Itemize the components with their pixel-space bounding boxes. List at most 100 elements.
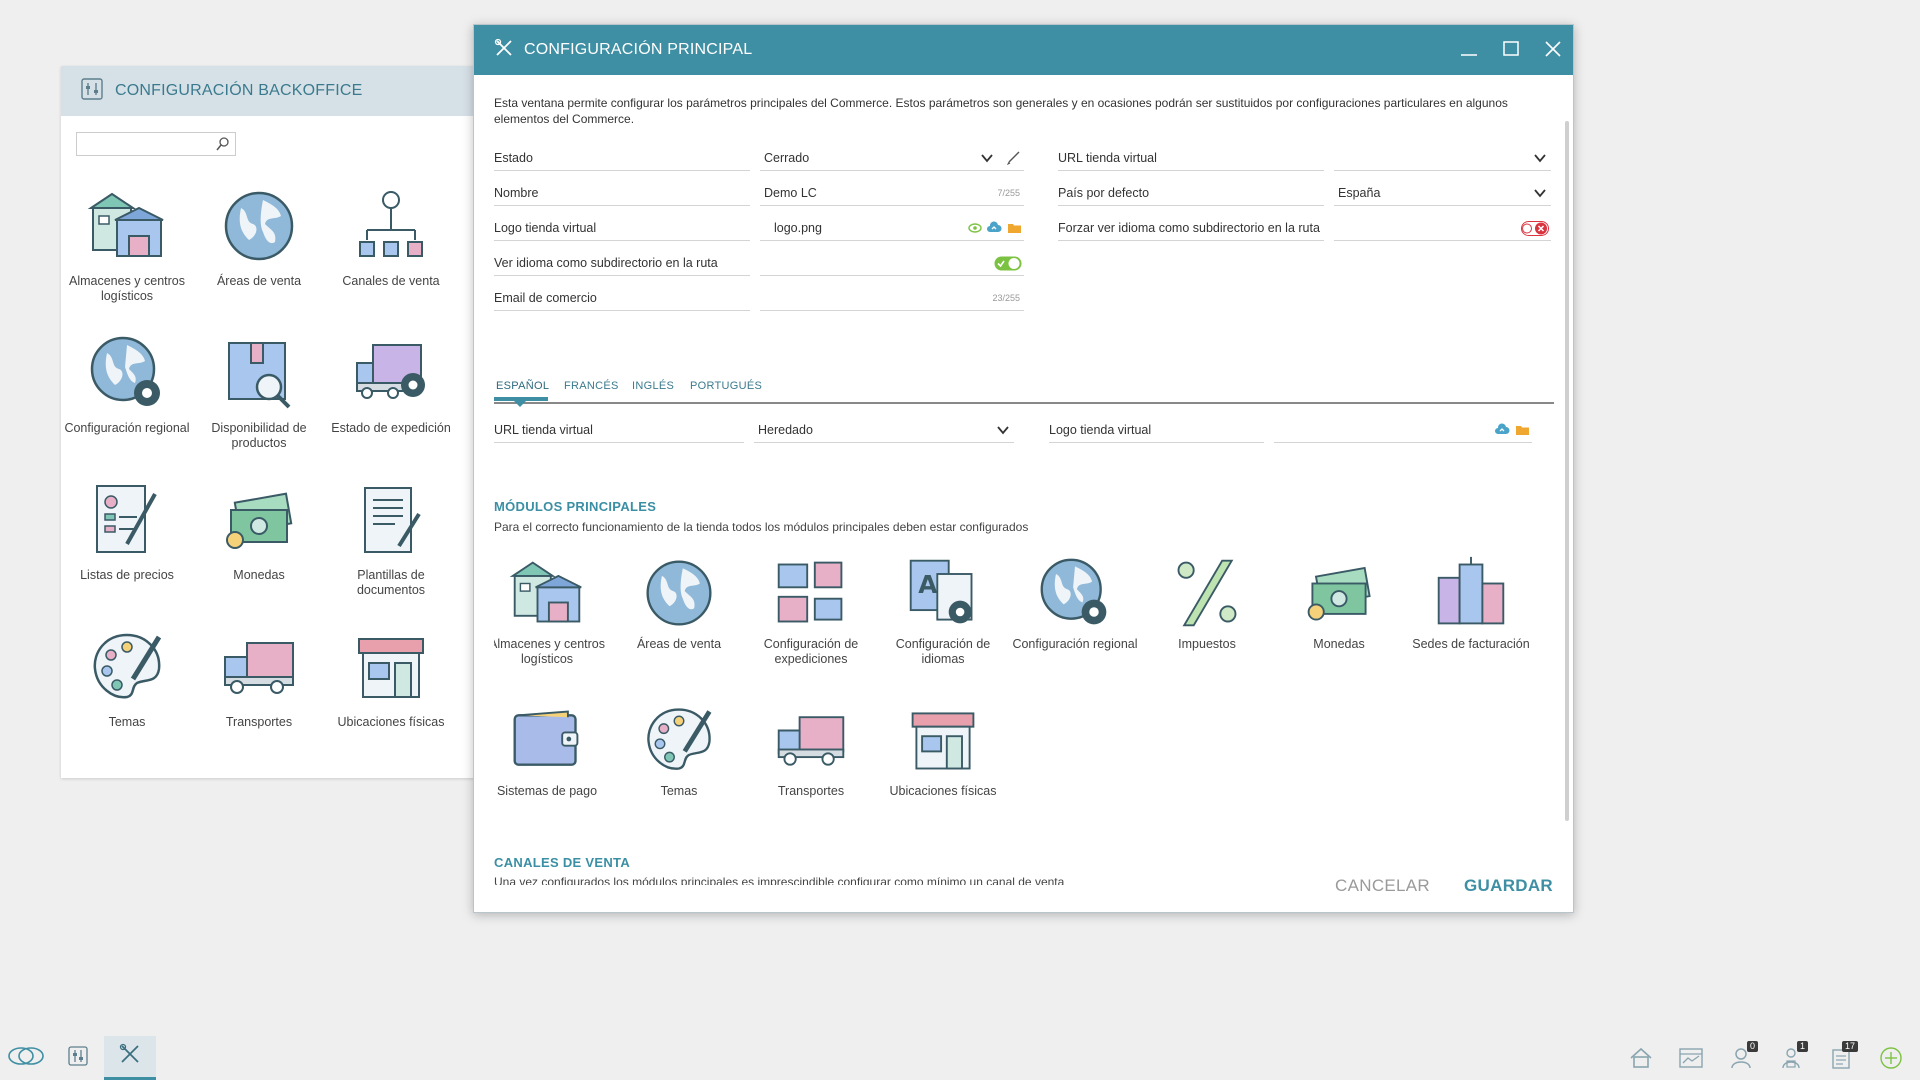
box-search-icon (219, 333, 299, 413)
pais-value: España (1338, 185, 1381, 200)
user-icon[interactable]: 0 (1724, 1041, 1758, 1075)
estado-label: Estado (494, 150, 533, 165)
forzar-label-field: Forzar ver idioma como subdirectorio en … (1058, 215, 1324, 241)
dialog-title: CONFIGURACIÓN PRINCIPAL (524, 41, 753, 58)
nombre-input[interactable]: Demo LC 7/255 (760, 180, 1024, 206)
notes-icon[interactable]: 17 (1824, 1041, 1858, 1075)
ver-idioma-toggle[interactable] (994, 256, 1022, 274)
module-item[interactable]: Transportes (745, 702, 877, 799)
backoffice-header: CONFIGURACIÓN BACKOFFICE (61, 66, 481, 116)
rings-logo-icon (7, 1045, 45, 1072)
chevron-down-icon[interactable] (996, 423, 1010, 437)
module-item-label: Almacenes y centros logísticos (494, 637, 606, 666)
eye-icon[interactable] (968, 222, 982, 237)
backoffice-item-label: Disponibilidad de productos (211, 421, 307, 450)
chevron-down-icon[interactable] (1533, 151, 1547, 165)
backoffice-item[interactable]: Configuración regional (61, 333, 193, 436)
forzar-toggle[interactable] (1521, 221, 1549, 239)
taskbar-config-button[interactable] (104, 1036, 156, 1080)
folder-icon[interactable] (1515, 423, 1530, 439)
module-item[interactable]: Sistemas de pago (494, 702, 613, 799)
truck-icon (219, 627, 299, 707)
dialog-header[interactable]: CONFIGURACIÓN PRINCIPAL (474, 25, 1573, 75)
backoffice-item-label: Listas de precios (80, 568, 174, 582)
backoffice-item[interactable]: Ubicaciones físicas (325, 627, 457, 730)
module-item[interactable]: Ubicaciones físicas (877, 702, 1009, 799)
nombre-label: Nombre (494, 185, 539, 200)
module-item[interactable]: Sedes de facturación (1405, 555, 1537, 652)
tab-frances[interactable]: FRANCÉS (564, 380, 619, 392)
backoffice-item[interactable]: Estado de expedición (325, 333, 457, 436)
email-label-field: Email de comercio (494, 285, 750, 311)
backoffice-item[interactable]: Listas de precios (61, 480, 193, 583)
url-label-field: URL tienda virtual (1058, 145, 1324, 171)
module-item[interactable]: Configuración de expediciones (745, 555, 877, 667)
module-item[interactable]: Impuestos (1141, 555, 1273, 652)
home-icon[interactable] (1624, 1041, 1658, 1075)
taskbar-logo-button[interactable] (0, 1036, 52, 1080)
maximize-button[interactable] (1499, 37, 1523, 61)
url-select[interactable] (1334, 145, 1551, 171)
backoffice-item-label: Configuración regional (64, 421, 190, 435)
tab-ingles[interactable]: INGLÉS (632, 380, 674, 392)
search-icon[interactable] (215, 136, 231, 152)
backoffice-item[interactable]: Plantillas de documentos (325, 480, 457, 598)
pais-select[interactable]: España (1334, 180, 1551, 206)
backoffice-item[interactable]: Transportes (193, 627, 325, 730)
cloud-upload-icon[interactable] (986, 221, 1002, 237)
money-icon (1301, 555, 1377, 631)
pencil-icon[interactable] (1006, 149, 1022, 168)
nombre-label-field: Nombre (494, 180, 750, 206)
backoffice-item[interactable]: Temas (61, 627, 193, 730)
save-button[interactable]: GUARDAR (1464, 876, 1553, 896)
sliders-icon (81, 77, 103, 105)
email-input[interactable]: 23/255 (760, 285, 1024, 311)
module-item[interactable]: Configuración regional (1009, 555, 1141, 652)
nombre-value: Demo LC (764, 185, 817, 200)
backoffice-item[interactable]: Áreas de venta (193, 186, 325, 289)
dashboard-icon[interactable] (1674, 1041, 1708, 1075)
module-item[interactable]: Áreas de venta (613, 555, 745, 652)
backoffice-item[interactable]: Disponibilidad de productos (193, 333, 325, 451)
chevron-down-icon[interactable] (980, 151, 994, 168)
module-item[interactable]: A Configuración de idiomas (877, 555, 1009, 667)
cloud-upload-icon[interactable] (1494, 423, 1510, 439)
close-button[interactable] (1541, 37, 1565, 61)
module-item[interactable]: Temas (613, 702, 745, 799)
module-item[interactable]: Almacenes y centros logísticos (494, 555, 613, 667)
taskbar-left (0, 1036, 156, 1080)
folder-icon[interactable] (1007, 221, 1022, 237)
chevron-down-icon[interactable] (1533, 186, 1547, 200)
minimize-button[interactable] (1457, 37, 1481, 61)
tab-espanol[interactable]: ESPAÑOL (496, 380, 549, 392)
backoffice-search-input[interactable] (76, 132, 236, 156)
logo-value: logo.png (774, 220, 822, 235)
backoffice-item-label: Almacenes y centros logísticos (68, 274, 186, 303)
taskbar-backoffice-button[interactable] (52, 1036, 104, 1080)
ver-idioma-toggle-field (760, 250, 1024, 276)
estado-label-field: Estado (494, 145, 750, 171)
lang-logo-input[interactable] (1274, 417, 1532, 443)
dialog-scrollbar[interactable] (1565, 121, 1569, 821)
add-circle-icon[interactable] (1874, 1041, 1908, 1075)
estado-select[interactable]: Cerrado (760, 145, 1024, 171)
palette-icon (87, 627, 167, 707)
ver-idioma-label: Ver idioma como subdirectorio en la ruta (494, 255, 718, 270)
channels-description: Una vez configurados los módulos princip… (494, 875, 1065, 885)
cancel-button[interactable]: CANCELAR (1335, 876, 1430, 896)
backoffice-item-label: Ubicaciones físicas (337, 715, 445, 729)
percent-icon (1169, 555, 1245, 631)
module-item-label: Ubicaciones físicas (889, 784, 997, 798)
backoffice-item-label: Plantillas de documentos (356, 568, 426, 597)
backoffice-item-label: Canales de venta (342, 274, 440, 288)
logo-input[interactable]: logo.png (760, 215, 1024, 241)
clients-icon[interactable]: 1 (1774, 1041, 1808, 1075)
module-item[interactable]: Monedas (1273, 555, 1405, 652)
module-item-label: Sedes de facturación (1412, 637, 1530, 651)
backoffice-item[interactable]: Monedas (193, 480, 325, 583)
lang-url-select[interactable]: Heredado (754, 417, 1014, 443)
backoffice-item[interactable]: Almacenes y centros logísticos (61, 186, 193, 304)
tab-portugues[interactable]: PORTUGUÉS (690, 380, 762, 392)
backoffice-item[interactable]: Canales de venta (325, 186, 457, 289)
module-item-label: Impuestos (1178, 637, 1236, 651)
